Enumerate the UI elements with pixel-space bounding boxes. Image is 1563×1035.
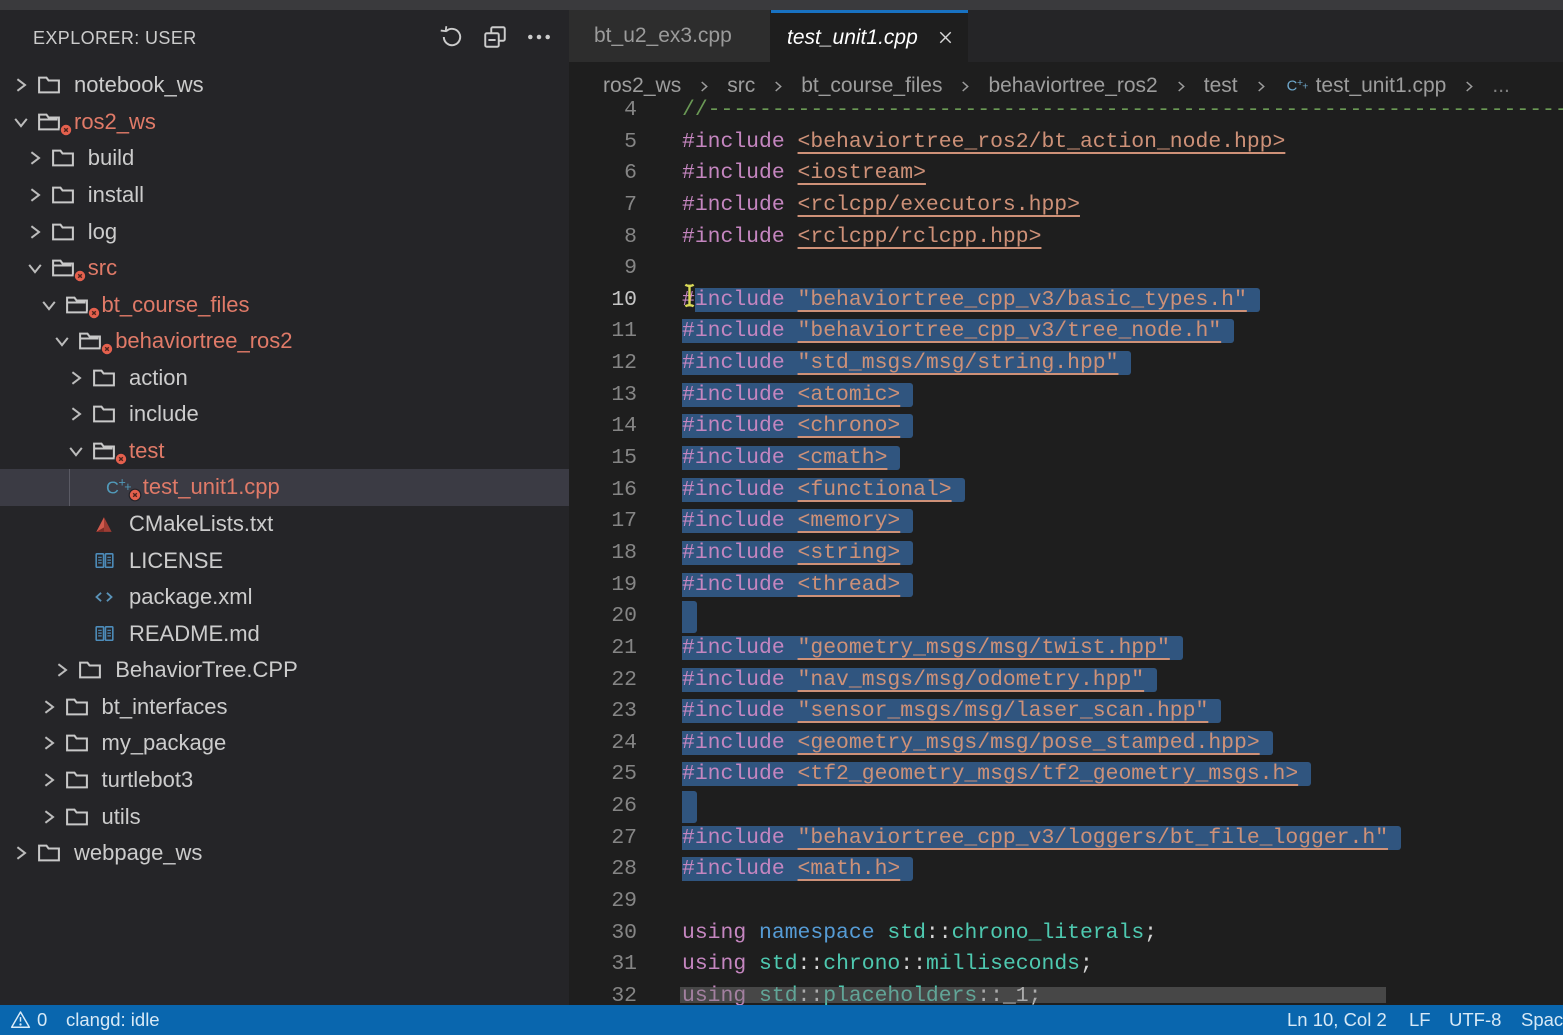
svg-text:C: C (1286, 78, 1297, 94)
svg-text:C: C (106, 478, 119, 498)
svg-text:+: + (1302, 81, 1308, 92)
